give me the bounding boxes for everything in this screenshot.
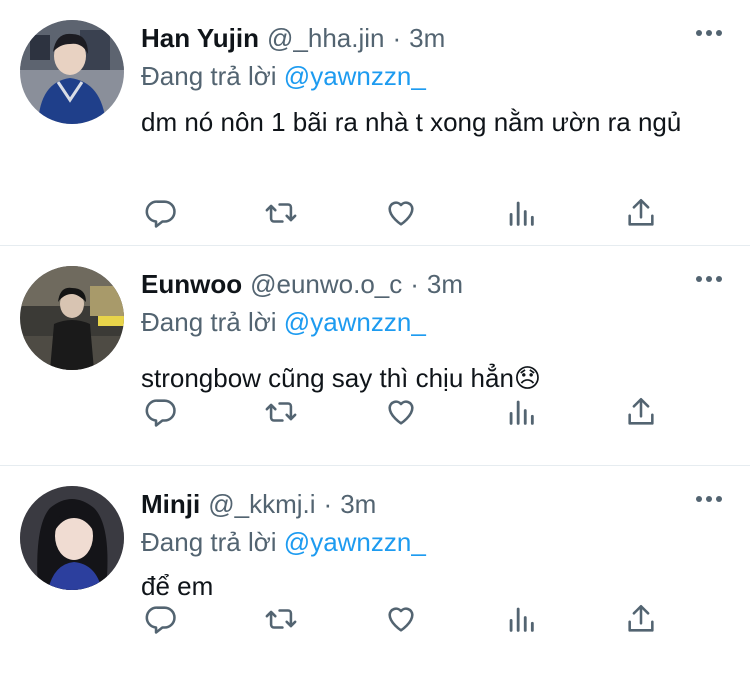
action-bar bbox=[141, 392, 661, 432]
mention-link[interactable]: @yawnzzn_ bbox=[284, 61, 426, 91]
tweet-body: Minji @_kkmj.i · 3m Đang trả lời @yawnzz… bbox=[141, 484, 730, 604]
separator-dot: · bbox=[410, 269, 419, 299]
mention-link[interactable]: @yawnzzn_ bbox=[284, 307, 426, 337]
user-handle[interactable]: @_kkmj.i bbox=[208, 484, 315, 524]
more-icon[interactable] bbox=[696, 276, 722, 282]
tweet-header: Minji @_kkmj.i · 3m bbox=[141, 484, 730, 524]
tweet-body: Han Yujin @_hha.jin · 3m Đang trả lời @y… bbox=[141, 18, 730, 140]
mention-link[interactable]: @yawnzzn_ bbox=[284, 527, 426, 557]
avatar[interactable] bbox=[20, 266, 124, 370]
share-icon[interactable] bbox=[621, 599, 661, 639]
display-name[interactable]: Minji bbox=[141, 484, 200, 524]
more-icon[interactable] bbox=[696, 496, 722, 502]
tweet-header: Eunwoo @eunwo.o_c · 3m bbox=[141, 264, 730, 304]
tweet-header: Han Yujin @_hha.jin · 3m bbox=[141, 18, 730, 58]
reply-icon[interactable] bbox=[141, 193, 181, 233]
action-bar bbox=[141, 599, 661, 639]
replying-to: Đang trả lời @yawnzzn_ bbox=[141, 524, 730, 560]
retweet-icon[interactable] bbox=[261, 193, 301, 233]
heart-icon[interactable] bbox=[381, 599, 421, 639]
tweet-body: Eunwoo @eunwo.o_c · 3m Đang trả lời @yaw… bbox=[141, 264, 730, 396]
tweet-text: strongbow cũng say thì chịu hẳn😞 bbox=[141, 363, 542, 393]
reply-icon[interactable] bbox=[141, 392, 181, 432]
action-bar bbox=[141, 193, 661, 233]
reply-icon[interactable] bbox=[141, 599, 181, 639]
retweet-icon[interactable] bbox=[261, 599, 301, 639]
replying-to-label: Đang trả lời bbox=[141, 307, 277, 337]
separator-dot: · bbox=[323, 489, 333, 519]
retweet-icon[interactable] bbox=[261, 392, 301, 432]
avatar[interactable] bbox=[20, 20, 124, 124]
tweet-item[interactable]: Han Yujin @_hha.jin · 3m Đang trả lời @y… bbox=[0, 0, 750, 246]
replying-to-label: Đang trả lời bbox=[141, 61, 277, 91]
more-icon[interactable] bbox=[696, 30, 722, 36]
replying-to: Đang trả lời @yawnzzn_ bbox=[141, 58, 730, 94]
timestamp[interactable]: 3m bbox=[340, 484, 376, 524]
heart-icon[interactable] bbox=[381, 193, 421, 233]
replying-to-label: Đang trả lời bbox=[141, 527, 277, 557]
analytics-icon[interactable] bbox=[501, 193, 541, 233]
timestamp[interactable]: 3m bbox=[427, 264, 463, 304]
tweet-text: dm nó nôn 1 bãi ra nhà t xong nằm ườn ra… bbox=[141, 107, 682, 137]
share-icon[interactable] bbox=[621, 392, 661, 432]
separator-dot: · bbox=[392, 23, 402, 53]
user-handle[interactable]: @_hha.jin bbox=[267, 18, 384, 58]
timestamp[interactable]: 3m bbox=[409, 18, 445, 58]
heart-icon[interactable] bbox=[381, 392, 421, 432]
avatar[interactable] bbox=[20, 486, 124, 590]
display-name[interactable]: Eunwoo bbox=[141, 264, 242, 304]
display-name[interactable]: Han Yujin bbox=[141, 18, 259, 58]
analytics-icon[interactable] bbox=[501, 392, 541, 432]
replying-to: Đang trả lời @yawnzzn_ bbox=[141, 304, 730, 340]
reply-feed: Han Yujin @_hha.jin · 3m Đang trả lời @y… bbox=[0, 0, 750, 674]
share-icon[interactable] bbox=[621, 193, 661, 233]
tweet-item[interactable]: Eunwoo @eunwo.o_c · 3m Đang trả lời @yaw… bbox=[0, 246, 750, 466]
tweet-item[interactable]: Minji @_kkmj.i · 3m Đang trả lời @yawnzz… bbox=[0, 466, 750, 674]
user-handle[interactable]: @eunwo.o_c bbox=[250, 264, 402, 304]
analytics-icon[interactable] bbox=[501, 599, 541, 639]
